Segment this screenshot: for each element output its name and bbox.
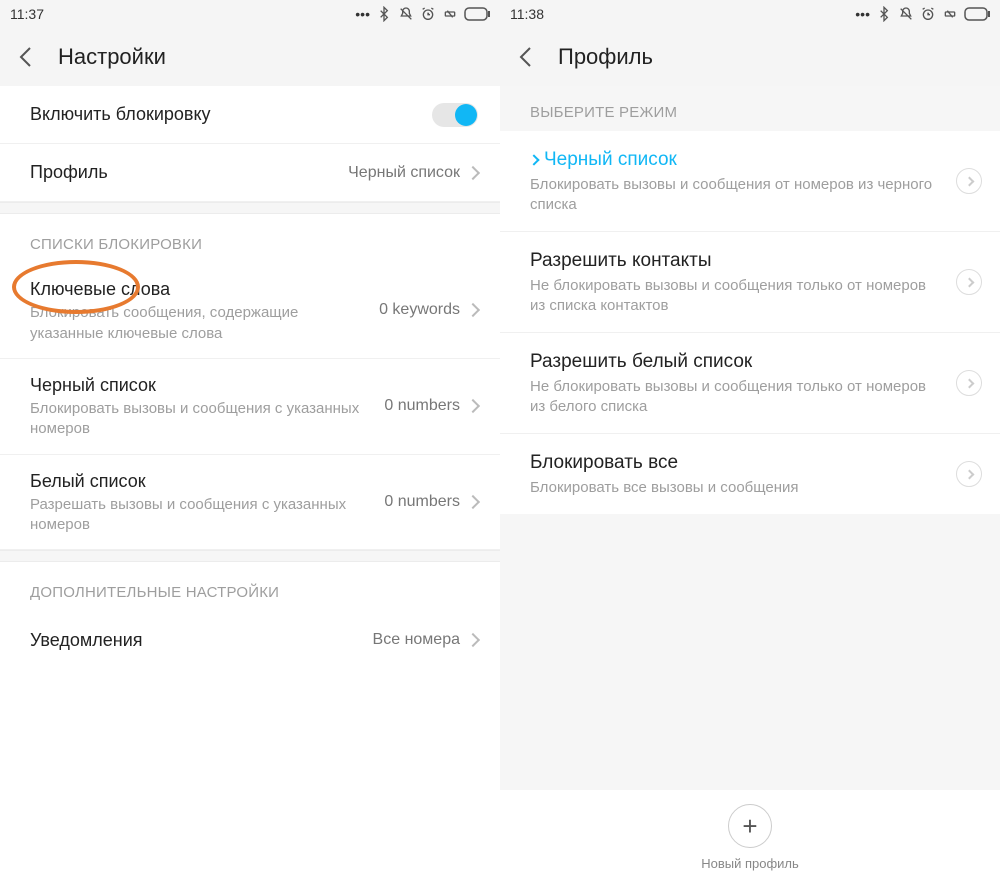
new-profile-button[interactable]: + Новый профиль: [500, 790, 1000, 889]
enable-block-label: Включить блокировку: [30, 102, 422, 126]
screenshot-settings: 11:37 ••• Настройки Включить блокировку …: [0, 0, 500, 889]
blacklist-title: Черный список: [30, 373, 374, 397]
alarm-icon: [920, 6, 936, 22]
keywords-value: 0 keywords: [379, 301, 460, 319]
mute-icon: [898, 6, 914, 22]
chevron-right-icon: [468, 305, 478, 315]
back-icon[interactable]: [518, 46, 540, 68]
profile-content: ВЫБЕРИТЕ РЕЖИМ Черный список Блокировать…: [500, 86, 1000, 889]
mode-block-all[interactable]: Блокировать все Блокировать все вызовы и…: [500, 434, 1000, 514]
mode-title: Блокировать все: [530, 450, 945, 476]
whitelist-value: 0 numbers: [384, 493, 460, 511]
mode-title: Разрешить контакты: [530, 248, 945, 274]
row-whitelist[interactable]: Белый список Разрешать вызовы и сообщени…: [0, 455, 500, 551]
keywords-sub: Блокировать сообщения, содержащие указан…: [30, 303, 369, 344]
row-enable-block[interactable]: Включить блокировку: [0, 86, 500, 144]
whitelist-sub: Разрешать вызовы и сообщения с указанных…: [30, 495, 374, 536]
section-select-mode: ВЫБЕРИТЕ РЕЖИМ: [500, 86, 1000, 131]
status-icons: •••: [355, 6, 490, 22]
status-bar: 11:38 •••: [500, 0, 1000, 28]
mode-detail-icon[interactable]: [956, 370, 982, 396]
mode-allow-contacts[interactable]: Разрешить контакты Не блокировать вызовы…: [500, 232, 1000, 333]
chevron-right-icon: [528, 154, 539, 165]
dots-icon: •••: [355, 6, 370, 22]
row-keywords[interactable]: Ключевые слова Блокировать сообщения, со…: [0, 263, 500, 359]
settings-content: Включить блокировку Профиль Черный списо…: [0, 86, 500, 889]
page-title: Профиль: [558, 44, 653, 70]
row-notifications[interactable]: Уведомления Все номера: [0, 611, 500, 669]
bluetooth-icon: [376, 6, 392, 22]
whitelist-title: Белый список: [30, 469, 374, 493]
mode-detail-icon[interactable]: [956, 269, 982, 295]
status-bar: 11:37 •••: [0, 0, 500, 28]
mode-detail-icon[interactable]: [956, 168, 982, 194]
dnd-icon: [942, 6, 958, 22]
section-block-lists: СПИСКИ БЛОКИРОВКИ: [0, 214, 500, 263]
screenshot-profile: 11:38 ••• Профиль ВЫБЕРИТЕ РЕЖИМ Черный …: [500, 0, 1000, 889]
page-header: Профиль: [500, 28, 1000, 86]
back-icon[interactable]: [18, 46, 40, 68]
mode-title: Разрешить белый список: [530, 349, 945, 375]
mode-sub: Блокировать все вызовы и сообщения: [530, 478, 945, 498]
mode-detail-icon[interactable]: [956, 461, 982, 487]
status-icons: •••: [855, 6, 990, 22]
alarm-icon: [420, 6, 436, 22]
profile-value: Черный список: [348, 164, 460, 182]
status-time: 11:37: [10, 6, 44, 22]
chevron-right-icon: [468, 401, 478, 411]
section-extra: ДОПОЛНИТЕЛЬНЫЕ НАСТРОЙКИ: [0, 562, 500, 611]
battery-icon: [464, 7, 490, 21]
mute-icon: [398, 6, 414, 22]
battery-icon: [964, 7, 990, 21]
page-title: Настройки: [58, 44, 166, 70]
section-gap: [0, 550, 500, 562]
row-profile[interactable]: Профиль Черный список: [0, 144, 500, 202]
new-profile-label: Новый профиль: [701, 856, 799, 871]
notifications-value: Все номера: [373, 631, 460, 649]
dots-icon: •••: [855, 6, 870, 22]
status-time: 11:38: [510, 6, 544, 22]
chevron-right-icon: [468, 168, 478, 178]
keywords-title: Ключевые слова: [30, 277, 369, 301]
page-header: Настройки: [0, 28, 500, 86]
empty-space: [500, 514, 1000, 790]
notifications-title: Уведомления: [30, 628, 363, 652]
mode-sub: Блокировать вызовы и сообщения от номеро…: [530, 175, 945, 216]
mode-allow-whitelist[interactable]: Разрешить белый список Не блокировать вы…: [500, 333, 1000, 434]
blacklist-sub: Блокировать вызовы и сообщения с указанн…: [30, 399, 374, 440]
profile-label: Профиль: [30, 160, 338, 184]
chevron-right-icon: [468, 497, 478, 507]
mode-title: Черный список: [544, 149, 677, 170]
chevron-right-icon: [468, 635, 478, 645]
mode-sub: Не блокировать вызовы и сообщения только…: [530, 377, 945, 418]
bluetooth-icon: [876, 6, 892, 22]
mode-sub: Не блокировать вызовы и сообщения только…: [530, 276, 945, 317]
dnd-icon: [442, 6, 458, 22]
blacklist-value: 0 numbers: [384, 397, 460, 415]
enable-block-toggle[interactable]: [432, 103, 478, 127]
plus-icon: +: [728, 804, 772, 848]
row-blacklist[interactable]: Черный список Блокировать вызовы и сообщ…: [0, 359, 500, 455]
mode-blacklist[interactable]: Черный список Блокировать вызовы и сообщ…: [500, 131, 1000, 232]
section-gap: [0, 202, 500, 214]
